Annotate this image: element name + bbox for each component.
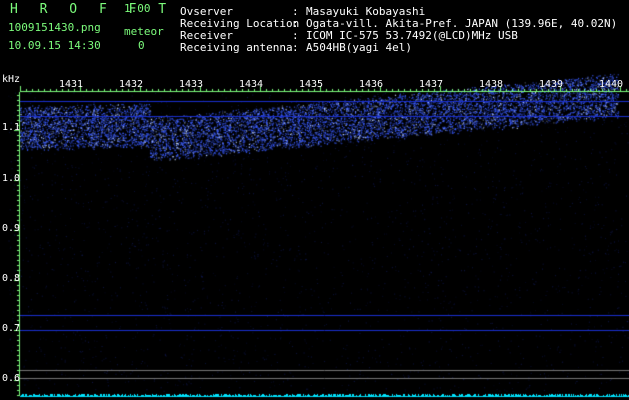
antenna-value: A504HB(yagi 4el) <box>306 41 412 54</box>
x-tick-label: 1440 <box>599 79 624 90</box>
y-tick-label: 1.1 <box>2 122 21 133</box>
x-tick-label: 1439 <box>539 79 564 90</box>
antenna-label: Receiving antenna <box>180 41 293 54</box>
y-tick-label: 0.8 <box>2 273 21 284</box>
spectrogram-canvas <box>0 0 629 400</box>
x-tick-label: 1436 <box>359 79 384 90</box>
meteor-count: 0 <box>138 39 145 52</box>
antenna-row: Receiving antenna: A504HB(yagi 4el) <box>180 41 412 54</box>
x-tick-label: 1434 <box>239 79 264 90</box>
filename-label: 1009151430.png <box>8 21 101 34</box>
app-version: 1.00 <box>124 2 151 15</box>
x-tick-label: 1433 <box>179 79 204 90</box>
x-tick-label: 1431 <box>59 79 84 90</box>
meteor-label: meteor <box>124 25 164 38</box>
x-tick-label: 1437 <box>419 79 444 90</box>
y-tick-label: 0.7 <box>2 323 21 334</box>
y-tick-label: 1.0 <box>2 173 21 184</box>
y-tick-label: 0.6 <box>2 373 21 384</box>
y-tick-label: 0.9 <box>2 223 21 234</box>
y-unit-label: kHz <box>2 74 21 85</box>
x-tick-label: 1435 <box>299 79 324 90</box>
x-tick-label: 1432 <box>119 79 144 90</box>
x-tick-label: 1438 <box>479 79 504 90</box>
datetime-label: 10.09.15 14:30 <box>8 39 101 52</box>
